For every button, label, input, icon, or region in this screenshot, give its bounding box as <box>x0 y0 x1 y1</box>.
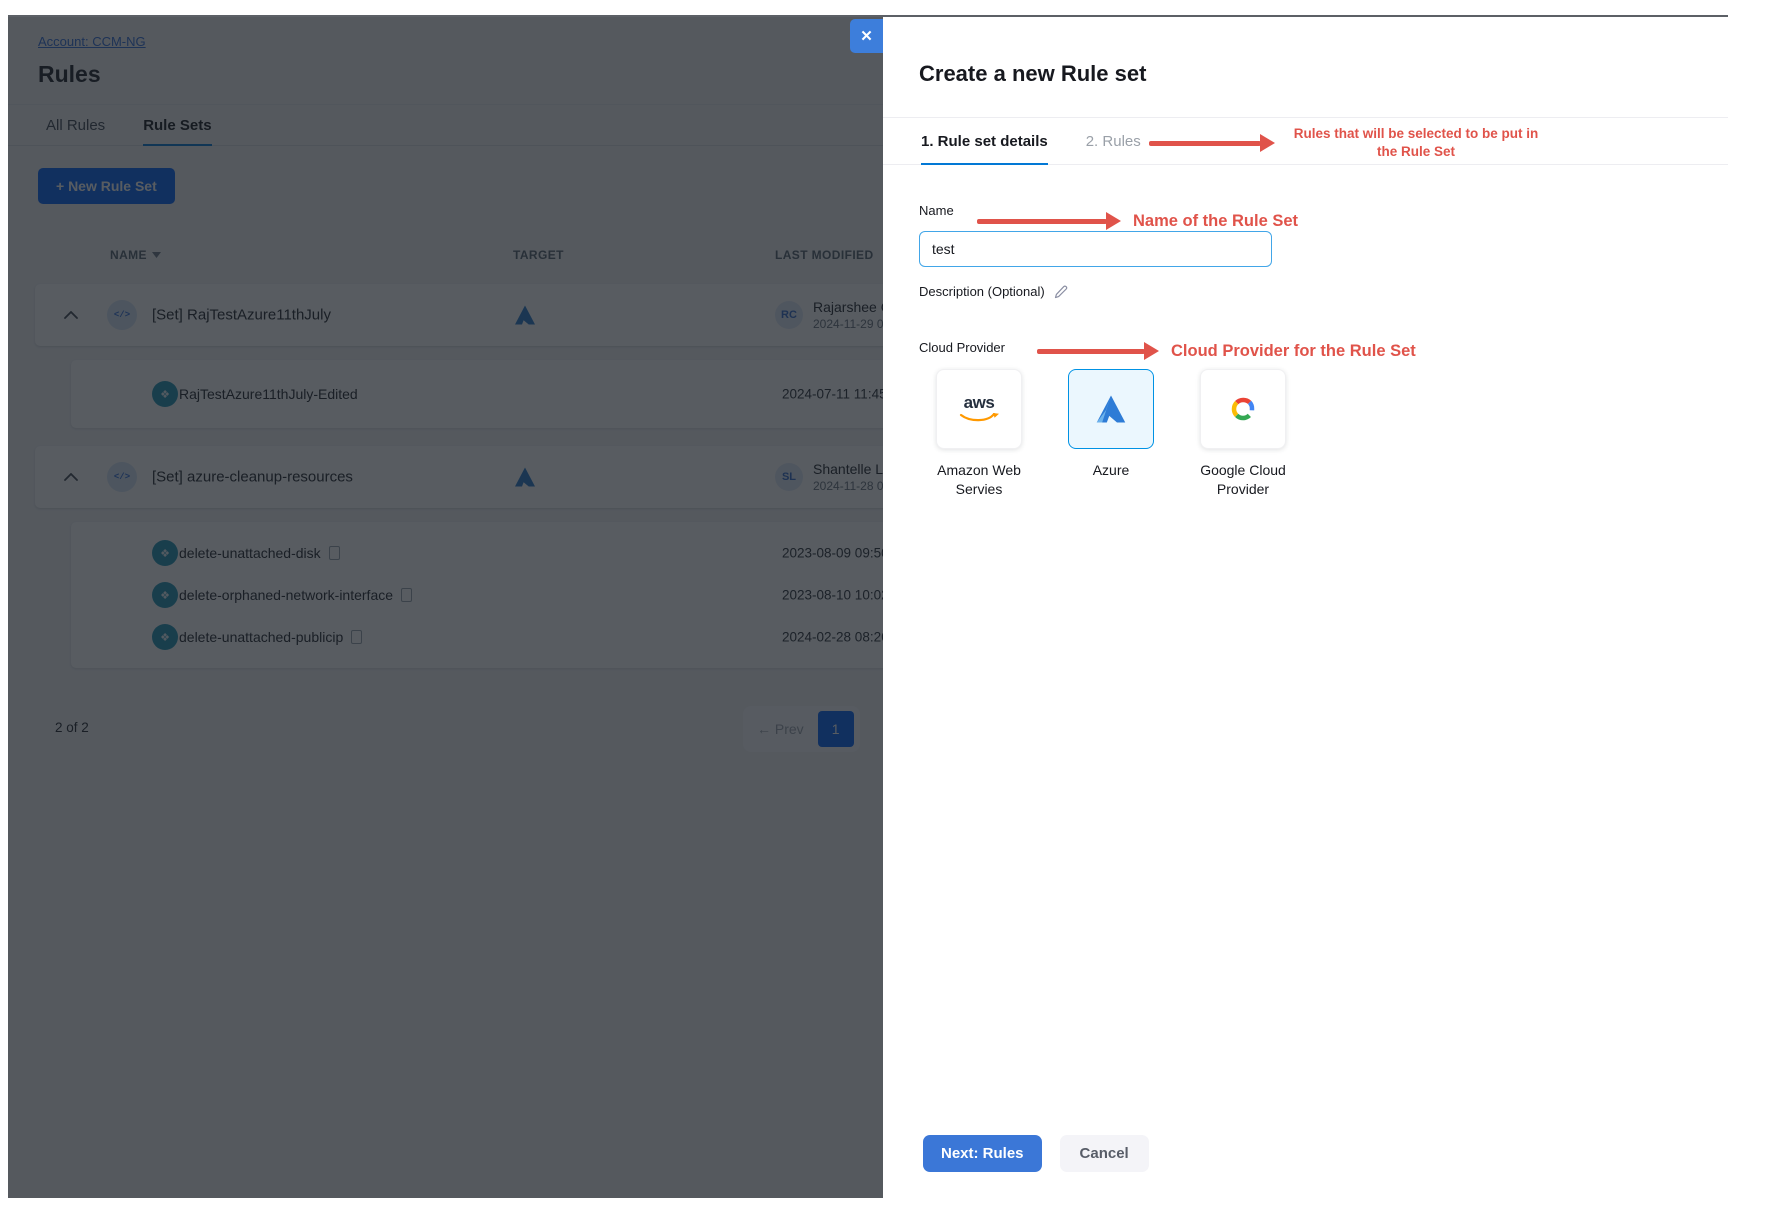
rule-set-row[interactable]: </> [Set] RajTestAzure11thJuly RC Rajars… <box>35 284 883 346</box>
modified-date: 2024-11-28 04 <box>813 479 883 493</box>
new-rule-set-button[interactable]: + New Rule Set <box>38 168 175 204</box>
rule-set-icon: </> <box>107 300 137 330</box>
pagination-controls: ← Prev 1 <box>743 706 860 752</box>
create-rule-set-drawer: ✕ Create a new Rule set 1. Rule set deta… <box>883 17 1728 1198</box>
column-header-target: TARGET <box>513 248 564 262</box>
close-icon[interactable]: ✕ <box>850 19 883 53</box>
azure-target-icon <box>513 465 537 489</box>
rule-name: delete-unattached-publicip <box>179 629 343 645</box>
rule-icon: ❖ <box>152 381 178 407</box>
column-header-name[interactable]: NAME <box>110 248 161 262</box>
collapse-chevron-icon[interactable] <box>64 473 78 481</box>
rule-name: delete-unattached-disk <box>179 545 321 561</box>
next-rules-button[interactable]: Next: Rules <box>923 1135 1042 1172</box>
modified-date: 2024-11-29 01 <box>813 317 883 331</box>
rules-page: Account: CCM-NG Rules All Rules Rule Set… <box>8 17 883 1198</box>
azure-target-icon <box>513 303 537 327</box>
annotation-cloud-provider: Cloud Provider for the Rule Set <box>1037 338 1416 364</box>
rule-set-rules: ❖ delete-unattached-disk 2023-08-09 09:5… <box>71 522 883 668</box>
screenshot-canvas: Account: CCM-NG Rules All Rules Rule Set… <box>0 0 1786 1220</box>
rule-icon: ❖ <box>152 540 178 566</box>
provider-label: Azure <box>1093 461 1130 480</box>
avatar: SL <box>775 463 803 491</box>
last-modified-cell: SL Shantelle L 2024-11-28 04 <box>775 461 883 493</box>
rule-row[interactable]: ❖ delete-unattached-publicip 2024-02-28 … <box>71 616 883 658</box>
page-number-button[interactable]: 1 <box>818 711 854 747</box>
last-modified-cell: RC Rajarshee C 2024-11-29 01 <box>775 299 883 331</box>
drawer-actions: Next: Rules Cancel <box>923 1135 1149 1172</box>
tab-rule-sets[interactable]: Rule Sets <box>143 105 211 145</box>
app-frame: Account: CCM-NG Rules All Rules Rule Set… <box>8 15 1728 1198</box>
aws-smile-icon <box>959 413 999 425</box>
annotation-text: Name of the Rule Set <box>1133 212 1298 231</box>
step-rule-set-details[interactable]: 1. Rule set details <box>921 118 1048 164</box>
sort-caret-icon <box>152 252 161 258</box>
rule-sets-table: NAME TARGET LAST MODIFIED </> [Set] RajT… <box>35 248 883 668</box>
rule-set-row[interactable]: </> [Set] azure-cleanup-resources SL Sha… <box>35 446 883 508</box>
provider-card-aws[interactable]: aws Amazon Web Servies <box>919 369 1039 499</box>
drawer-title: Create a new Rule set <box>919 61 1728 87</box>
annotation-name: Name of the Rule Set <box>977 208 1298 234</box>
avatar: RC <box>775 301 803 329</box>
rule-name: delete-orphaned-network-interface <box>179 587 393 603</box>
provider-card-gcp[interactable]: Google Cloud Provider <box>1183 369 1303 499</box>
copy-icon[interactable] <box>329 546 340 560</box>
rule-modified-date: 2024-07-11 11:45 A <box>782 387 883 402</box>
cancel-button[interactable]: Cancel <box>1060 1135 1149 1172</box>
azure-logo-icon <box>1093 391 1129 427</box>
table-header: NAME TARGET LAST MODIFIED <box>35 248 883 270</box>
annotation-text: Cloud Provider for the Rule Set <box>1171 342 1416 361</box>
description-label: Description (Optional) <box>919 284 1045 299</box>
aws-logo-icon: aws <box>964 393 995 413</box>
rules-tab-bar: All Rules Rule Sets <box>8 104 883 146</box>
modified-by: Rajarshee C <box>813 299 883 315</box>
copy-icon[interactable] <box>401 588 412 602</box>
pagination-summary: 2 of 2 <box>55 720 89 735</box>
rule-row[interactable]: ❖ RajTestAzure11thJuly-Edited 2024-07-11… <box>71 370 883 418</box>
rule-set-icon: </> <box>107 462 137 492</box>
rule-modified-date: 2024-02-28 08:26 <box>782 630 883 645</box>
rule-set-name: [Set] RajTestAzure11thJuly <box>152 307 331 324</box>
rule-modified-date: 2023-08-09 09:50 <box>782 546 883 561</box>
step-rules[interactable]: 2. Rules <box>1086 118 1141 164</box>
gcp-logo-icon <box>1225 391 1261 427</box>
modified-by: Shantelle L <box>813 461 883 477</box>
copy-icon[interactable] <box>351 630 362 644</box>
pagination: 2 of 2 ← Prev 1 <box>38 706 883 752</box>
collapse-chevron-icon[interactable] <box>64 311 78 319</box>
rule-name: RajTestAzure11thJuly-Edited <box>179 386 358 402</box>
name-input[interactable] <box>919 231 1272 267</box>
rule-icon: ❖ <box>152 582 178 608</box>
account-breadcrumb[interactable]: Account: CCM-NG <box>38 34 146 49</box>
column-header-last-modified: LAST MODIFIED <box>775 248 874 262</box>
rule-row[interactable]: ❖ delete-unattached-disk 2023-08-09 09:5… <box>71 532 883 574</box>
rule-set-rules: ❖ RajTestAzure11thJuly-Edited 2024-07-11… <box>71 360 883 428</box>
provider-label: Google Cloud Provider <box>1183 461 1303 499</box>
rule-modified-date: 2023-08-10 10:02 <box>782 588 883 603</box>
edit-icon[interactable] <box>1054 285 1068 299</box>
provider-card-azure[interactable]: Azure <box>1051 369 1171 499</box>
rule-row[interactable]: ❖ delete-orphaned-network-interface 2023… <box>71 574 883 616</box>
annotation-rules-step: Rules that will be selected to be put in… <box>1149 121 1545 165</box>
provider-label: Amazon Web Servies <box>919 461 1039 499</box>
tab-all-rules[interactable]: All Rules <box>46 105 105 145</box>
rule-icon: ❖ <box>152 624 178 650</box>
annotation-text: Rules that will be selected to be put in… <box>1287 125 1545 160</box>
page-title: Rules <box>38 61 883 88</box>
cloud-provider-options: aws Amazon Web Servies Azure <box>919 369 1728 499</box>
rule-set-name: [Set] azure-cleanup-resources <box>152 469 353 486</box>
prev-page-button[interactable]: ← Prev <box>757 721 804 737</box>
